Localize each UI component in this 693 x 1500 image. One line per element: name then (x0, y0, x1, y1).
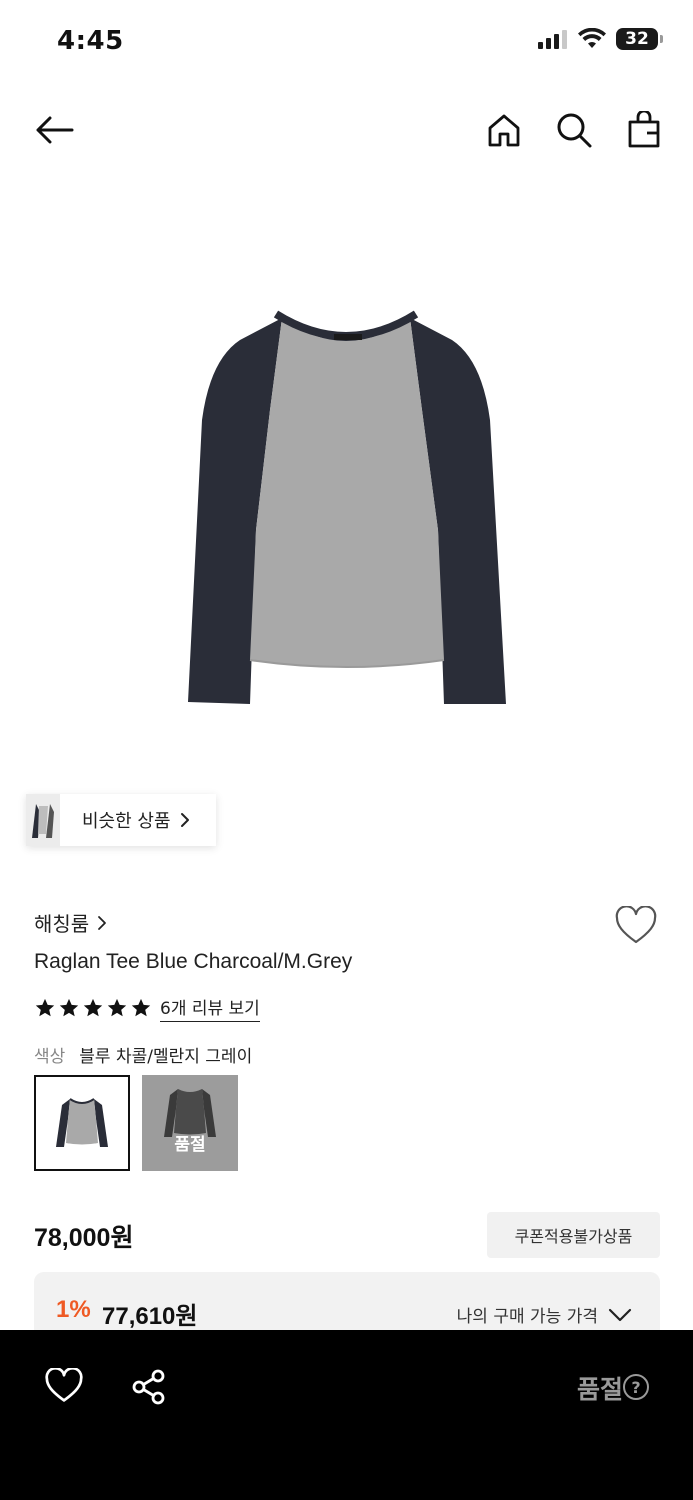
share-button[interactable] (130, 1368, 170, 1408)
wifi-icon (578, 28, 606, 48)
color-row: 색상 블루 차콜/멜란지 그레이 (34, 1042, 252, 1067)
similar-products-button[interactable]: 비슷한 상품 (26, 794, 216, 846)
star-icon (59, 998, 79, 1017)
battery-indicator: 32 (616, 28, 658, 50)
search-button[interactable] (552, 108, 596, 152)
heart-outline-icon (45, 1366, 83, 1402)
my-price-toggle[interactable]: 나의 구매 가능 가격 (457, 1302, 632, 1327)
battery-tip (660, 35, 663, 43)
status-icons: 32 (538, 28, 663, 50)
star-icon (83, 998, 103, 1017)
review-link[interactable]: 6개 리뷰 보기 (160, 994, 260, 1022)
home-icon (488, 114, 520, 147)
discount-percent: 1% (56, 1296, 91, 1323)
chevron-right-icon (98, 915, 107, 930)
chevron-right-icon (180, 813, 189, 827)
coupon-badge: 쿠폰적용불가상품 (487, 1212, 660, 1258)
top-navigation (0, 106, 693, 158)
chevron-down-icon (608, 1308, 632, 1321)
product-title: Raglan Tee Blue Charcoal/M.Grey (34, 950, 353, 973)
swatch-blue-charcoal[interactable] (34, 1075, 130, 1171)
brand-name: 해칭룸 (34, 912, 90, 936)
rating-row: 6개 리뷰 보기 (34, 994, 260, 1022)
cellular-signal-icon (538, 30, 567, 49)
color-value: 블루 차콜/멜란지 그레이 (79, 1047, 253, 1067)
similar-thumbnail (26, 794, 60, 846)
soldout-label: 품절 (174, 1135, 206, 1155)
product-price: 78,000원 (34, 1224, 134, 1252)
product-image[interactable] (170, 290, 523, 720)
swatch-soldout[interactable]: 품절 (142, 1075, 238, 1171)
bottom-action-bar: 품절 ? (0, 1330, 693, 1500)
star-icon (35, 998, 55, 1017)
status-time: 4:45 (57, 26, 124, 56)
soldout-status: 품절 (576, 1375, 623, 1404)
star-icon (131, 998, 151, 1017)
battery-level: 32 (625, 29, 649, 49)
home-button[interactable] (482, 108, 526, 152)
status-bar: 4:45 32 (0, 0, 693, 84)
swatch-image (56, 1098, 108, 1147)
heart-outline-icon (615, 905, 657, 944)
similar-thumbnail-image (26, 794, 60, 846)
share-icon (132, 1369, 165, 1405)
help-icon[interactable]: ? (623, 1374, 649, 1400)
shopping-bag-icon (628, 111, 660, 148)
arrow-left-icon (36, 116, 74, 144)
star-icon (107, 998, 127, 1017)
color-label: 색상 (34, 1047, 66, 1067)
brand-link[interactable]: 해칭룸 (34, 908, 107, 937)
similar-products-label: 비슷한 상품 (82, 811, 171, 832)
bottom-wishlist-button[interactable] (44, 1366, 84, 1408)
my-price-label: 나의 구매 가능 가격 (456, 1307, 598, 1327)
color-swatches: 품절 (34, 1075, 238, 1171)
back-button[interactable] (32, 108, 76, 152)
raglan-tee-image (188, 310, 506, 704)
discount-price: 77,610원 (102, 1303, 198, 1330)
bag-button[interactable] (622, 108, 666, 152)
rating-stars (34, 997, 152, 1019)
wishlist-button[interactable] (614, 905, 658, 950)
search-icon (557, 113, 592, 148)
